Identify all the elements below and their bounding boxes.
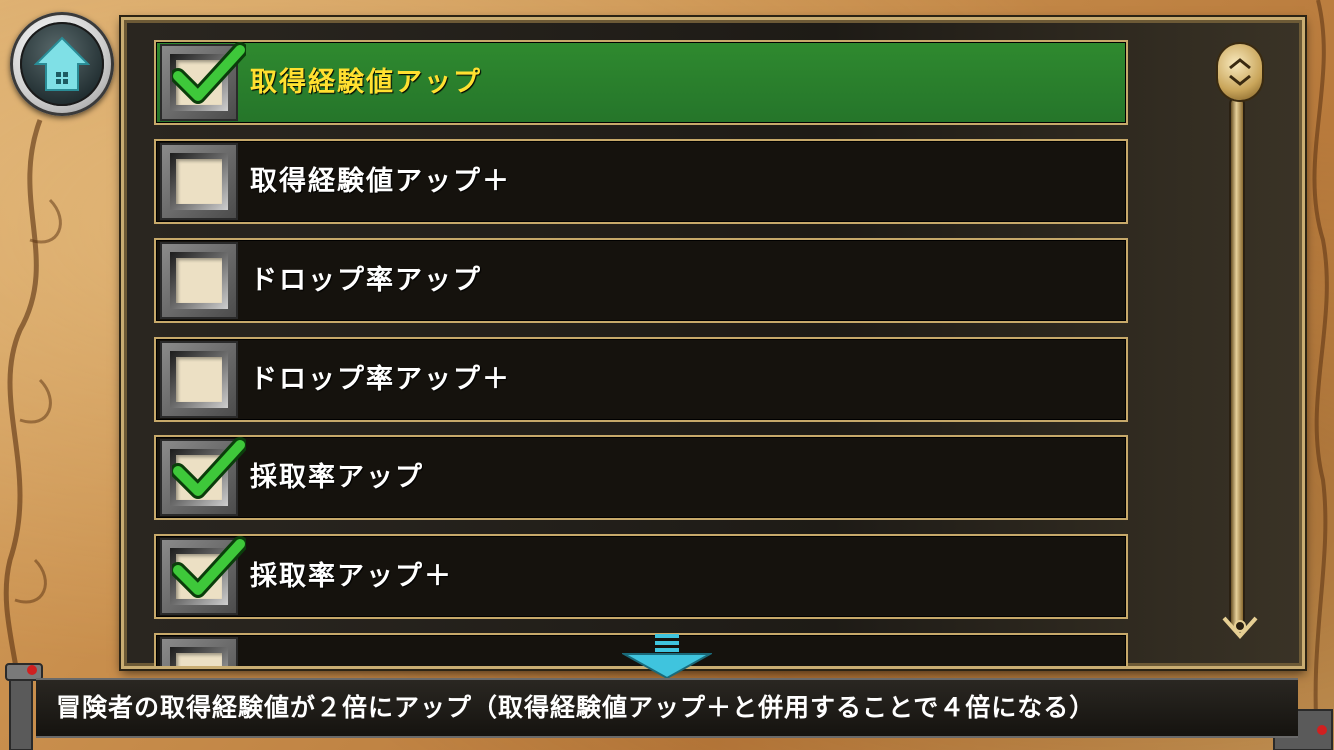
list-item-label: 採取率アップ＋	[250, 561, 453, 592]
home-icon	[34, 36, 90, 91]
checkmark-icon	[172, 42, 246, 104]
list-item[interactable]: 採取率アップ＋	[154, 534, 1128, 619]
checkbox[interactable]	[160, 143, 238, 220]
checkmark-icon	[172, 536, 246, 598]
list-item-label: 採取率アップ	[250, 462, 424, 493]
checkbox[interactable]	[160, 341, 238, 418]
list-item[interactable]: ドロップ率アップ＋	[154, 337, 1128, 422]
scrollbar-thumb[interactable]	[1218, 44, 1262, 100]
scrollbar-track[interactable]	[1231, 98, 1243, 628]
checkbox[interactable]	[160, 42, 246, 121]
list-item[interactable]: 採取率アップ	[154, 435, 1128, 520]
list-item-label: ドロップ率アップ＋	[250, 364, 511, 395]
list-item-label: 取得経験値アップ	[250, 67, 482, 98]
checkbox[interactable]	[160, 242, 238, 319]
description-bar: 冒険者の取得経験値が２倍にアップ（取得経験値アップ＋と併用することで４倍になる）	[36, 678, 1298, 738]
scroll-down-arrow-icon[interactable]	[622, 632, 712, 680]
description-text: 冒険者の取得経験値が２倍にアップ（取得経験値アップ＋と併用することで４倍になる）	[56, 693, 1096, 722]
checkbox[interactable]	[160, 437, 246, 516]
checkmark-icon	[172, 437, 246, 499]
home-button[interactable]	[10, 12, 114, 116]
scrollbar-end-cap	[1222, 616, 1258, 640]
list-item[interactable]: 取得経験値アップ＋	[154, 139, 1128, 224]
list-item-label: ドロップ率アップ	[250, 265, 482, 296]
checkbox[interactable]	[160, 536, 246, 615]
chevron-up-down-icon	[1229, 58, 1251, 86]
option-list-panel: 取得経験値アップ 取得経験値アップ＋ ドロップ率アップ ドロップ率アップ＋ 採取…	[121, 17, 1305, 669]
list-item[interactable]: ドロップ率アップ	[154, 238, 1128, 323]
list-item[interactable]: 取得経験値アップ	[154, 40, 1128, 125]
list-item-label: 取得経験値アップ＋	[250, 166, 511, 197]
checkbox[interactable]	[160, 637, 238, 666]
